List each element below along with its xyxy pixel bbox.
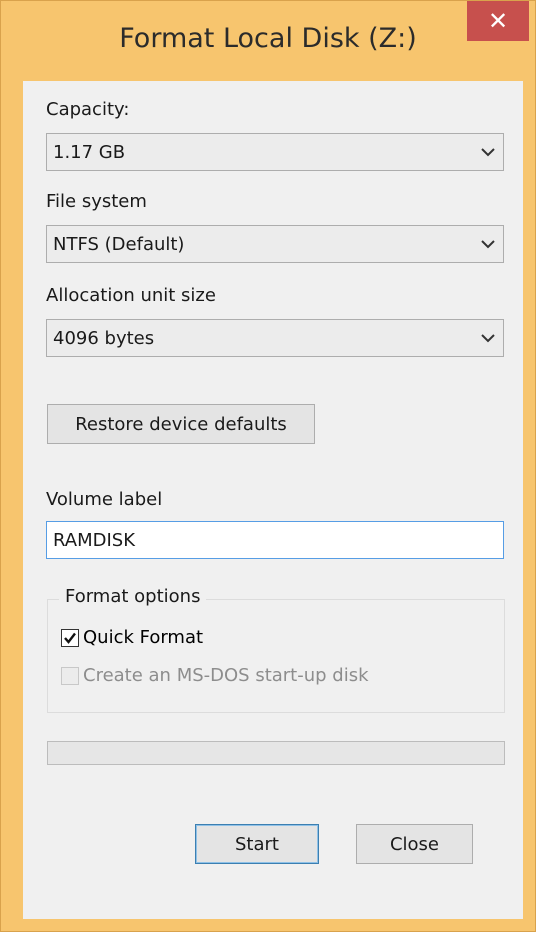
msdos-startup-disk-label: Create an MS-DOS start-up disk bbox=[83, 665, 369, 686]
volume-label-input[interactable] bbox=[46, 521, 504, 559]
chevron-down-icon bbox=[473, 226, 503, 262]
window-title: Format Local Disk (Z:) bbox=[119, 23, 417, 54]
capacity-label: Capacity: bbox=[46, 99, 130, 120]
dialog-body: Capacity: 1.17 GB File system NTFS (Defa… bbox=[23, 81, 523, 919]
chevron-down-icon bbox=[473, 134, 503, 170]
capacity-dropdown[interactable]: 1.17 GB bbox=[46, 133, 504, 171]
file-system-value: NTFS (Default) bbox=[53, 233, 185, 255]
file-system-dropdown[interactable]: NTFS (Default) bbox=[46, 225, 504, 263]
start-button[interactable]: Start bbox=[195, 824, 319, 864]
format-options-group bbox=[47, 599, 505, 713]
msdos-startup-disk-checkbox bbox=[61, 666, 79, 685]
allocation-unit-size-dropdown[interactable]: 4096 bytes bbox=[46, 319, 504, 357]
format-options-title: Format options bbox=[59, 586, 207, 607]
volume-label-field[interactable] bbox=[47, 529, 503, 551]
chevron-down-icon bbox=[473, 320, 503, 356]
close-button[interactable]: Close bbox=[356, 824, 473, 864]
title-bar[interactable]: Format Local Disk (Z:) ✕ bbox=[1, 1, 535, 81]
quick-format-checkbox[interactable] bbox=[61, 628, 79, 647]
format-progress-bar bbox=[47, 741, 505, 765]
allocation-unit-size-value: 4096 bytes bbox=[53, 327, 155, 349]
allocation-unit-size-label: Allocation unit size bbox=[46, 285, 216, 306]
checkmark-icon bbox=[64, 632, 76, 644]
file-system-label: File system bbox=[46, 191, 147, 212]
quick-format-label: Quick Format bbox=[83, 627, 204, 648]
close-icon: ✕ bbox=[487, 7, 509, 35]
window-close-button[interactable]: ✕ bbox=[467, 1, 529, 41]
format-dialog-window: Format Local Disk (Z:) ✕ Capacity: 1.17 … bbox=[0, 0, 536, 932]
msdos-startup-disk-option: Create an MS-DOS start-up disk bbox=[61, 665, 369, 686]
restore-device-defaults-button[interactable]: Restore device defaults bbox=[47, 404, 315, 444]
volume-label-label: Volume label bbox=[46, 489, 163, 510]
quick-format-option[interactable]: Quick Format bbox=[61, 627, 203, 648]
capacity-value: 1.17 GB bbox=[53, 141, 126, 163]
